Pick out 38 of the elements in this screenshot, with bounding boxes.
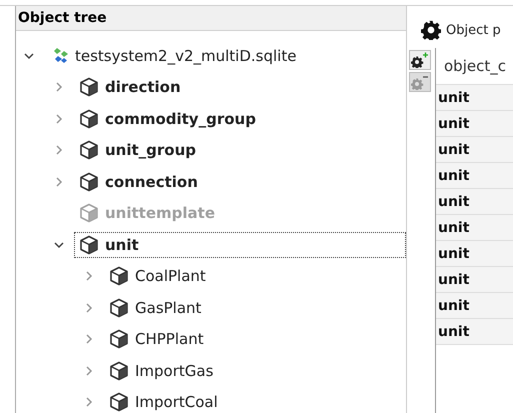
cube-icon	[79, 108, 99, 129]
gear-icon	[421, 20, 441, 40]
tree-item[interactable]: ImportGas	[135, 362, 214, 380]
tree-item[interactable]: CHPPlant	[135, 330, 204, 348]
cube-icon	[109, 266, 129, 286]
cube-icon	[109, 392, 129, 412]
database-icon	[53, 46, 69, 65]
panel-title: Object tree	[16, 6, 406, 31]
add-gear-button[interactable]	[409, 50, 431, 70]
table-cell: unit	[436, 267, 513, 293]
tree-item[interactable]: unit_group	[105, 141, 196, 160]
tree-item[interactable]: unit	[105, 236, 139, 254]
table-cell: unit	[436, 319, 513, 345]
table-cell: unit	[436, 293, 513, 319]
tree-item[interactable]: direction	[105, 78, 181, 96]
gear-plus-icon	[411, 52, 429, 68]
tree-item[interactable]: commodity_group	[105, 110, 256, 128]
table-cell: unit	[436, 111, 513, 137]
cube-icon	[79, 234, 99, 255]
cube-icon	[79, 140, 99, 160]
tree-item[interactable]: GasPlant	[135, 298, 202, 317]
gear-minus-icon	[411, 74, 429, 90]
cube-icon	[79, 203, 99, 224]
table-cell: unit	[436, 241, 513, 267]
table-cell: unit	[436, 189, 513, 215]
tree-item[interactable]: connection	[105, 172, 198, 191]
tree-item[interactable]: CoalPlant	[135, 267, 206, 286]
cube-icon	[79, 172, 99, 192]
table-cell: unit	[436, 163, 513, 189]
table-cell: unit	[436, 215, 513, 241]
table-cell: unit	[436, 137, 513, 163]
cube-icon	[79, 77, 99, 98]
table-cell: unit	[436, 85, 513, 111]
cube-icon	[109, 329, 129, 350]
tree-item[interactable]: testsystem2_v2_multiD.sqlite	[75, 46, 296, 65]
cube-icon	[109, 360, 129, 381]
tree-item[interactable]: ImportCoal	[135, 393, 218, 412]
cube-icon	[109, 298, 129, 318]
